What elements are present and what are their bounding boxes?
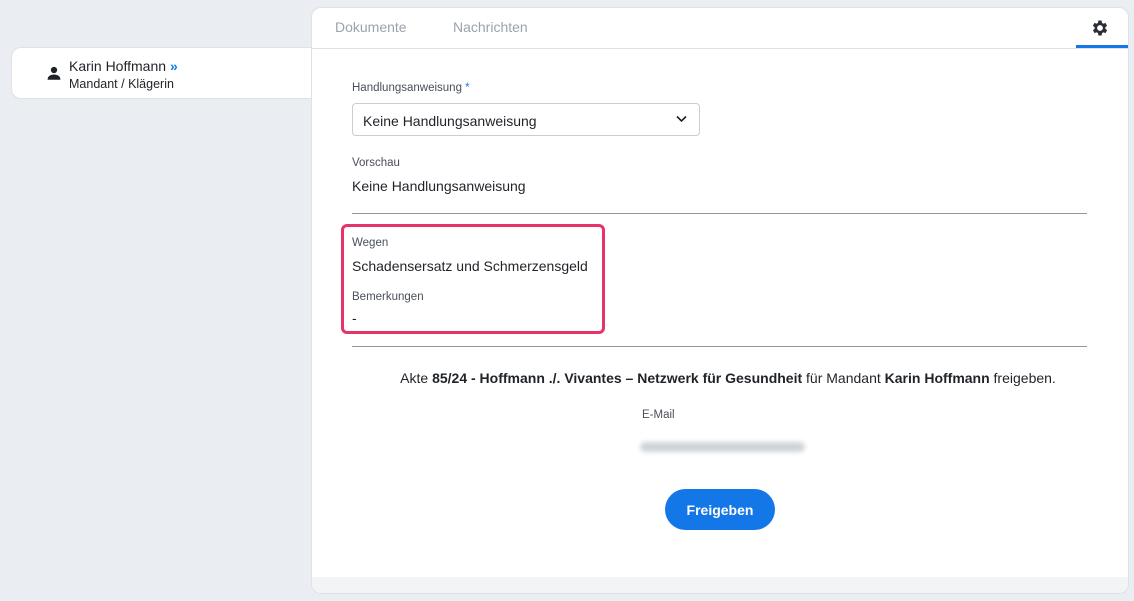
divider (352, 213, 1087, 214)
divider (352, 346, 1087, 347)
tab-bar: Dokumente Nachrichten (312, 8, 1128, 49)
party-name[interactable]: Karin Hoffmann» (69, 58, 178, 74)
instruction-select[interactable]: Keine Handlungsanweisung (352, 103, 700, 136)
email-label: E-Mail (642, 409, 675, 421)
party-name-text: Karin Hoffmann (69, 58, 167, 74)
tab-dokumente[interactable]: Dokumente (335, 19, 407, 35)
expand-chevron-icon[interactable]: » (170, 58, 178, 74)
highlight-box (341, 224, 605, 334)
instruction-label: Handlungsanweisung * (352, 82, 470, 94)
preview-value: Keine Handlungsanweisung (352, 178, 526, 194)
chevron-down-icon (676, 115, 687, 123)
tab-nachrichten[interactable]: Nachrichten (453, 19, 528, 35)
required-mark: * (465, 82, 470, 94)
active-tab-indicator (1076, 45, 1128, 48)
share-button[interactable]: Freigeben (665, 489, 775, 530)
preview-label: Vorschau (352, 157, 400, 169)
party-card[interactable]: Karin Hoffmann» Mandant / Klägerin (11, 47, 321, 99)
case-title: 85/24 - Hoffmann ./. Vivantes – Netzwerk… (432, 370, 803, 386)
panel-footer (312, 577, 1128, 593)
share-sentence: Akte 85/24 - Hoffmann ./. Vivantes – Net… (400, 370, 1056, 386)
party-role: Mandant / Klägerin (69, 77, 174, 91)
gear-icon[interactable] (1090, 18, 1110, 38)
main-panel: Dokumente Nachrichten Handlungsanweisung… (311, 7, 1129, 594)
instruction-select-value: Keine Handlungsanweisung (363, 113, 537, 129)
person-icon (47, 66, 61, 80)
client-name: Karin Hoffmann (884, 370, 990, 386)
email-value-redacted (640, 442, 805, 452)
